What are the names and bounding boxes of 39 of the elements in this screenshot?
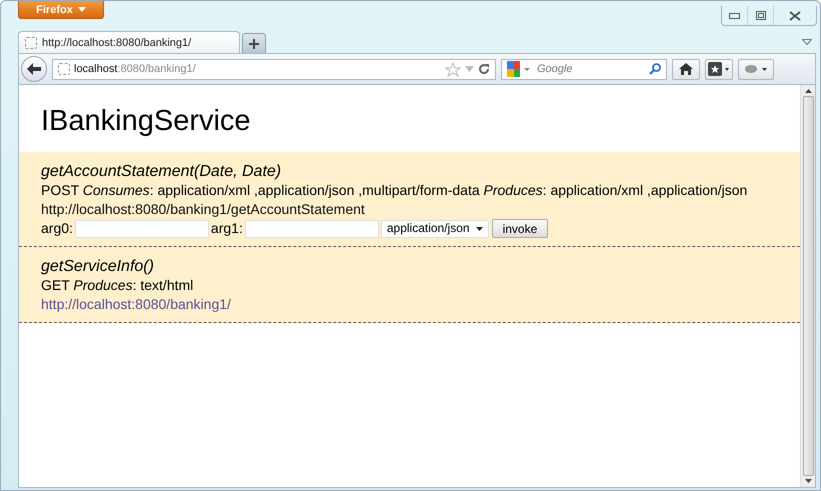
star-folder-icon [708, 62, 730, 76]
home-icon [679, 63, 693, 75]
address-field[interactable]: localhost:8080/banking1/ [52, 58, 496, 80]
back-button[interactable] [21, 56, 47, 82]
endpoint-url: http://localhost:8080/banking1/getAccountStatement [41, 200, 366, 219]
invoke-button[interactable]: invoke [492, 219, 548, 238]
search-engine-icon[interactable] [507, 61, 533, 77]
scrollbar[interactable] [800, 85, 815, 487]
browser-tab[interactable]: http://localhost:8080/banking1/ [18, 31, 240, 53]
caret-icon [476, 226, 483, 230]
search-icon[interactable] [649, 63, 661, 75]
search-field[interactable]: Google [501, 58, 667, 80]
close-icon [789, 10, 801, 20]
plus-icon [249, 38, 259, 48]
method-description: POST Consumes: application/xml ,application/json ,multipart/form-data Produces: application/xml ,application/json [41, 181, 748, 200]
argument-field[interactable] [74, 220, 209, 238]
minimize-icon [729, 12, 740, 18]
method-signature: getAccountStatement(Date, Date) [41, 162, 282, 181]
star-icon[interactable] [445, 62, 461, 76]
argument-label: arg0: [41, 219, 73, 238]
addon-button[interactable] [738, 58, 774, 80]
addon-icon [743, 63, 769, 75]
argument-label: arg1: [210, 219, 243, 238]
format-select[interactable]: application/json [380, 220, 489, 238]
argument-field[interactable] [244, 220, 379, 238]
endpoint-link[interactable]: http://localhost:8080/banking1/ [41, 295, 800, 314]
page-title: IBankingService [41, 105, 252, 138]
scroll-up-icon[interactable] [804, 89, 812, 93]
method-signature: getServiceInfo() [41, 257, 155, 276]
tab-list-icon[interactable] [802, 39, 812, 45]
method-description: GET Produces: text/html [41, 276, 194, 295]
reload-icon[interactable] [478, 63, 490, 75]
scroll-down-icon[interactable] [804, 479, 812, 483]
home-button[interactable] [672, 58, 700, 80]
caret-icon [78, 7, 86, 12]
maximize-icon [756, 11, 766, 20]
bookmarks-button[interactable] [705, 58, 733, 80]
back-arrow-icon [27, 63, 41, 75]
new-tab-button[interactable] [242, 33, 266, 53]
